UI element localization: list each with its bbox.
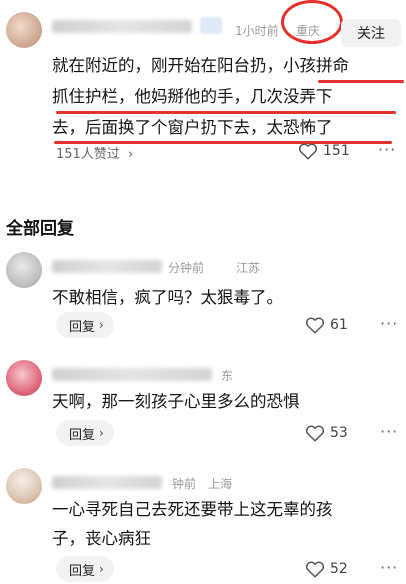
heart-outline-icon — [305, 561, 325, 578]
reply-text: 不敢相信，疯了吗？太狠毒了。 — [52, 284, 392, 311]
reply-text-line: 不敢相信，疯了吗？太狠毒了。 — [52, 288, 283, 307]
reply-button[interactable]: 回复 › — [56, 312, 114, 338]
reply-username[interactable] — [52, 476, 162, 489]
more-dots-icon[interactable]: ··· — [378, 140, 396, 159]
reply-location: 上海 — [208, 477, 233, 491]
heart-outline-icon — [305, 317, 325, 334]
section-title: 全部回复 — [6, 219, 74, 239]
reply-button-label: 回复 — [69, 427, 96, 443]
reply-username[interactable] — [52, 368, 212, 381]
reply-button-label: 回复 — [69, 563, 96, 579]
reply-button-label: 回复 — [69, 319, 96, 335]
reply-time: 钟前 — [172, 477, 197, 491]
reply-text-line: 一心寻死自己去死还要带上这无辜的孩 — [52, 500, 333, 519]
like-count: 53 — [330, 425, 348, 441]
reply-location: 江苏 — [236, 261, 261, 275]
commenter-avatar[interactable] — [6, 12, 42, 48]
more-dots-icon[interactable]: ··· — [380, 314, 398, 333]
comment-text: 就在附近的，刚开始在阳台扔，小孩拼命 抓住护栏，他妈掰他的手，几次没弄下 去，后… — [52, 52, 406, 145]
commenter-badge — [200, 17, 222, 34]
reply-text: 一心寻死自己去死还要带上这无辜的孩 子，丧心病狂 — [52, 496, 392, 554]
annotation-underline-1 — [318, 80, 404, 83]
like-button[interactable]: 52 — [305, 560, 348, 578]
reply-text: 天啊，那一刻孩子心里多么的恐惧 — [52, 388, 392, 415]
chevron-right-icon: › — [99, 562, 104, 576]
reply-avatar[interactable] — [6, 252, 42, 288]
reply-text-line: 天啊，那一刻孩子心里多么的恐惧 — [52, 392, 300, 411]
comment-line-1: 就在附近的，刚开始在阳台扔，小孩拼命 — [52, 56, 349, 75]
reply-avatar[interactable] — [6, 468, 42, 504]
upvoted-text: 151人赞过 — [56, 147, 120, 162]
reply-button[interactable]: 回复 › — [56, 420, 114, 446]
reply-time: 分钟前 — [168, 261, 205, 275]
annotation-underline-2 — [56, 111, 396, 114]
follow-label: 关注 — [357, 26, 385, 42]
reply-button[interactable]: 回复 › — [56, 556, 114, 582]
comment-line-2: 抓住护栏，他妈掰他的手，几次没弄下 — [52, 87, 333, 106]
upvoted-summary[interactable]: 151人赞过 › — [56, 143, 133, 162]
chevron-right-icon: › — [99, 426, 104, 440]
like-button[interactable]: 61 — [305, 316, 348, 334]
annotation-circle — [281, 0, 343, 44]
reply-location: 东 — [221, 369, 234, 383]
reply-avatar[interactable] — [6, 360, 42, 396]
chevron-right-icon: › — [127, 147, 134, 162]
chevron-right-icon: › — [99, 318, 104, 332]
more-dots-icon[interactable]: ··· — [380, 422, 398, 441]
follow-button[interactable]: 关注 — [341, 19, 401, 47]
like-count: 61 — [330, 317, 348, 333]
heart-outline-icon — [305, 425, 325, 442]
reply-username[interactable] — [52, 260, 162, 273]
like-count: 151 — [323, 143, 350, 159]
commenter-name[interactable] — [52, 20, 192, 33]
comment-time: 1小时前 — [235, 24, 279, 38]
like-button[interactable]: 151 — [298, 142, 350, 160]
heart-outline-icon — [298, 143, 318, 160]
more-dots-icon[interactable]: ··· — [380, 558, 398, 577]
like-button[interactable]: 53 — [305, 424, 348, 442]
like-count: 52 — [330, 561, 348, 577]
reply-text-line: 子，丧心病狂 — [52, 529, 151, 548]
